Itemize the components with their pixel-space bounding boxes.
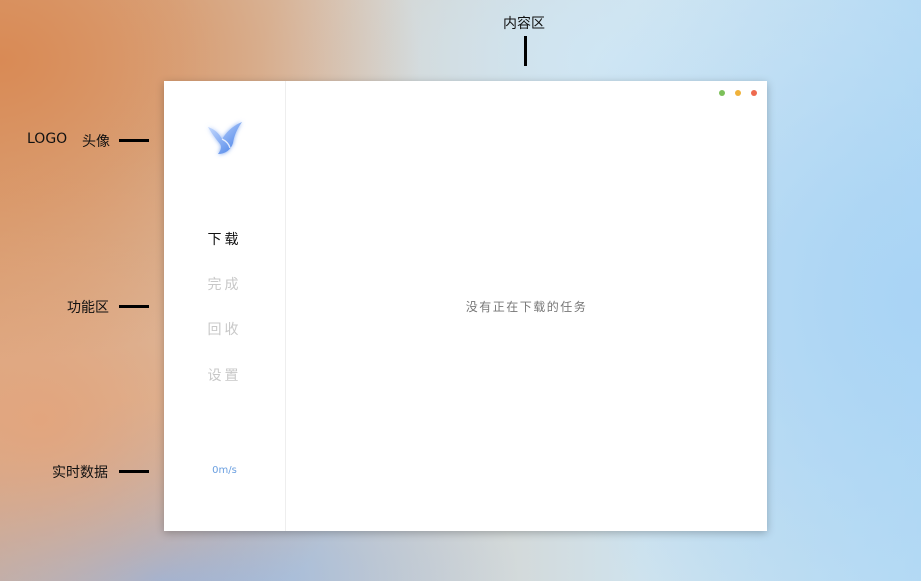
download-speed: 0m/s [212, 465, 237, 476]
sidebar: 下载 完成 回收 设置 0m/s [164, 81, 286, 531]
annotation-avatar: 头像 [82, 134, 110, 150]
content-area: 没有正在下载的任务 [286, 81, 767, 531]
bird-logo-icon[interactable] [204, 117, 246, 159]
annotation-logo: LOGO [27, 131, 68, 147]
annotation-logo-pointer [119, 139, 149, 142]
sidebar-item-recycle[interactable]: 回收 [164, 319, 285, 339]
annotation-function-area: 功能区 [67, 300, 109, 316]
empty-state-message: 没有正在下载的任务 [465, 300, 588, 314]
annotation-content-area-pointer [524, 36, 527, 66]
annotation-function-area-pointer [119, 305, 149, 308]
sidebar-item-settings[interactable]: 设置 [164, 365, 285, 385]
annotation-content-area: 内容区 [503, 16, 545, 32]
sidebar-item-download[interactable]: 下载 [164, 229, 285, 249]
app-window: 下载 完成 回收 设置 0m/s 没有正在下载的任务 [164, 81, 767, 531]
annotation-realtime-data-pointer [119, 470, 149, 473]
annotation-realtime-data: 实时数据 [52, 465, 108, 481]
sidebar-item-completed[interactable]: 完成 [164, 274, 285, 294]
